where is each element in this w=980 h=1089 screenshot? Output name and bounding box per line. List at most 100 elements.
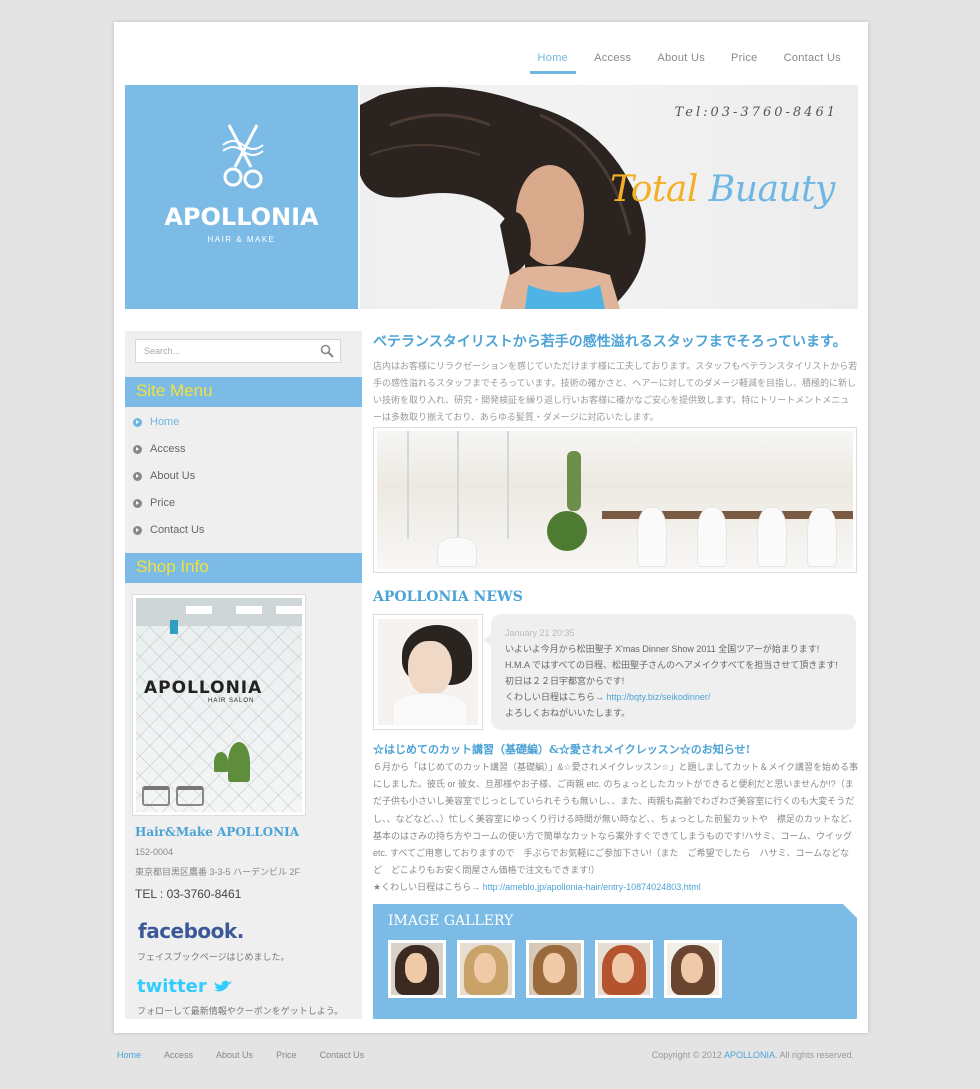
nav-price[interactable]: Price [718, 52, 771, 74]
cactus-decoration [567, 451, 581, 511]
logo-block[interactable]: APOLLONIA HAIR & MAKE [125, 85, 358, 309]
shop-light-fixture [170, 620, 178, 634]
shop-sign: APOLLONIA [144, 678, 263, 698]
gallery-thumb[interactable] [457, 940, 515, 998]
portrait-face [408, 641, 452, 695]
facebook-text: フェイスブックページはじめました。 [137, 952, 290, 962]
footer-link-home[interactable]: Home [117, 1050, 141, 1060]
salon-chair [807, 507, 837, 567]
sidebar-item-label: Price [150, 497, 176, 509]
arrow-bullet-icon [133, 417, 142, 427]
glass-partition [457, 431, 459, 539]
shop-ceiling [136, 598, 302, 626]
plant-decoration [547, 511, 587, 551]
twitter-bird-icon [213, 980, 232, 992]
page-container: Home Access About Us Price Contact Us AP… [114, 22, 868, 1033]
shop-postal: 152-0004 [135, 847, 174, 857]
gallery-thumb[interactable] [526, 940, 584, 998]
gallery-thumb[interactable] [388, 940, 446, 998]
article-body: ６月から「はじめてのカット講習（基礎編）」&☆愛されメイクレッスン☆」と題しまし… [373, 759, 858, 897]
shop-photo-image: APOLLONIA HAIR SALON [136, 598, 302, 812]
arrow-bullet-icon [133, 471, 142, 481]
nav-contact-us[interactable]: Contact Us [771, 52, 854, 74]
nav-access[interactable]: Access [581, 52, 644, 74]
stool-decoration [176, 786, 204, 806]
shop-address: 東京都目黒区鷹番 3-3-5 ハーデンビル 2F [135, 867, 301, 877]
news-date: January 21 20:35 [505, 628, 575, 638]
news-photo [373, 614, 483, 730]
facebook-logo[interactable]: facebook. [138, 919, 244, 943]
nav-home[interactable]: Home [525, 52, 582, 74]
footer-link-price[interactable]: Price [276, 1050, 297, 1060]
sidebar: Search... Site Menu Home Access About Us… [125, 331, 362, 1019]
copyright: Copyright © 2012 APOLLONIA. All rights r… [652, 1050, 854, 1060]
footer-link-about-us[interactable]: About Us [216, 1050, 253, 1060]
twitter-wordmark: twitter [137, 976, 207, 997]
portrait-body [392, 693, 468, 725]
salon-photo [373, 427, 857, 573]
twitter-logo[interactable]: twitter [137, 976, 233, 997]
sidebar-item-access[interactable]: Access [133, 443, 185, 455]
shop-tel: TEL : 03-3760-8461 [135, 887, 242, 901]
intro-text: 店内はお客様にリラクゼーションを感じていただけます様に工夫しております。スタッフ… [373, 361, 858, 422]
plant-decoration [228, 742, 250, 782]
news-line: いよいよ今月から松田聖子 X'mas Dinner Show 2011 全国ツア… [505, 644, 820, 654]
footer-link-contact-us[interactable]: Contact Us [320, 1050, 365, 1060]
sidebar-item-label: About Us [150, 470, 196, 482]
salon-chair [757, 507, 787, 567]
copyright-suffix: . All rights reserved. [774, 1050, 854, 1060]
news-link[interactable]: http://bqty.biz/seikodinner/ [607, 692, 711, 702]
news-line: H.M.A ではすべての日程、松田聖子さんのヘアメイクすべてを担当させて頂きます… [505, 660, 838, 670]
stool-decoration [142, 786, 170, 806]
sidebar-item-label: Home [150, 416, 180, 428]
search-input[interactable]: Search... [135, 339, 341, 363]
news-item: January 21 20:35 いよいよ今月から松田聖子 X'mas Dinn… [483, 614, 856, 730]
plant-decoration [214, 752, 228, 772]
shop-info-heading: Shop Info [125, 553, 362, 583]
gallery-thumb[interactable] [664, 940, 722, 998]
logo-subtitle: HAIR & MAKE [207, 235, 276, 244]
glass-partition [507, 431, 509, 539]
hero-banner: Tel:03-3760-8461 Total Buauty [360, 85, 858, 309]
sidebar-item-about-us[interactable]: About Us [133, 470, 195, 482]
logo-wordmark: APOLLONIA [164, 203, 319, 231]
search-placeholder: Search... [144, 346, 181, 356]
salon-chair [637, 507, 667, 567]
twitter-text: フォローして最新情報やクーポンをゲットしよう。 [137, 1006, 344, 1016]
header-tel: Tel:03-3760-8461 [674, 105, 838, 120]
nav-about-us[interactable]: About Us [644, 52, 718, 74]
shop-photo: APOLLONIA HAIR SALON [132, 594, 306, 816]
news-line: くわしい日程はこちら→ http://bqty.biz/seikodinner/ [505, 689, 842, 705]
arrow-bullet-icon [133, 498, 142, 508]
gallery-thumb[interactable] [595, 940, 653, 998]
article-link-label: ★くわしい日程はこちら→ [373, 882, 483, 893]
article-text: ６月から「はじめてのカット講習（基礎編）」&☆愛されメイクレッスン☆」と題しまし… [373, 762, 859, 876]
arrow-bullet-icon [133, 525, 142, 535]
news-heading: APOLLONIA NEWS [373, 589, 523, 605]
arrow-bullet-icon [133, 444, 142, 454]
top-nav: Home Access About Us Price Contact Us [525, 52, 854, 74]
search-icon[interactable] [320, 344, 334, 358]
copyright-prefix: Copyright © 2012 [651, 1050, 724, 1060]
salon-photo-image [377, 431, 853, 569]
site-menu-heading: Site Menu [125, 377, 362, 407]
scissors-icon [222, 124, 264, 189]
sidebar-item-price[interactable]: Price [133, 497, 175, 509]
copyright-brand[interactable]: APOLLONIA [724, 1050, 775, 1060]
sidebar-item-label: Contact Us [150, 524, 205, 536]
page-title: ベテランスタイリストから若手の感性溢れるスタッフまでそろっています。 [373, 334, 847, 350]
salon-chair [437, 537, 477, 567]
news-line: 初日は２２日宇都宮からです! [505, 676, 625, 686]
article-title: ☆はじめてのカット講習（基礎編）&☆愛されメイクレッスン☆のお知らせ! [373, 743, 751, 756]
glass-partition [407, 431, 409, 539]
news-line: よろしくおねがいいたします。 [505, 708, 631, 718]
footer-link-access[interactable]: Access [164, 1050, 193, 1060]
news-photo-image [378, 619, 478, 725]
gallery-heading: IMAGE GALLERY [388, 913, 514, 929]
article-link[interactable]: http://ameblo.jp/apollonia-hair/entry-10… [483, 882, 701, 892]
tagline-word-2: Buauty [708, 169, 836, 210]
shop-sign-sub: HAIR SALON [208, 698, 255, 704]
sidebar-item-contact-us[interactable]: Contact Us [133, 524, 204, 536]
sidebar-item-home[interactable]: Home [133, 416, 179, 428]
footer-nav: Home Access About Us Price Contact Us [117, 1050, 387, 1060]
